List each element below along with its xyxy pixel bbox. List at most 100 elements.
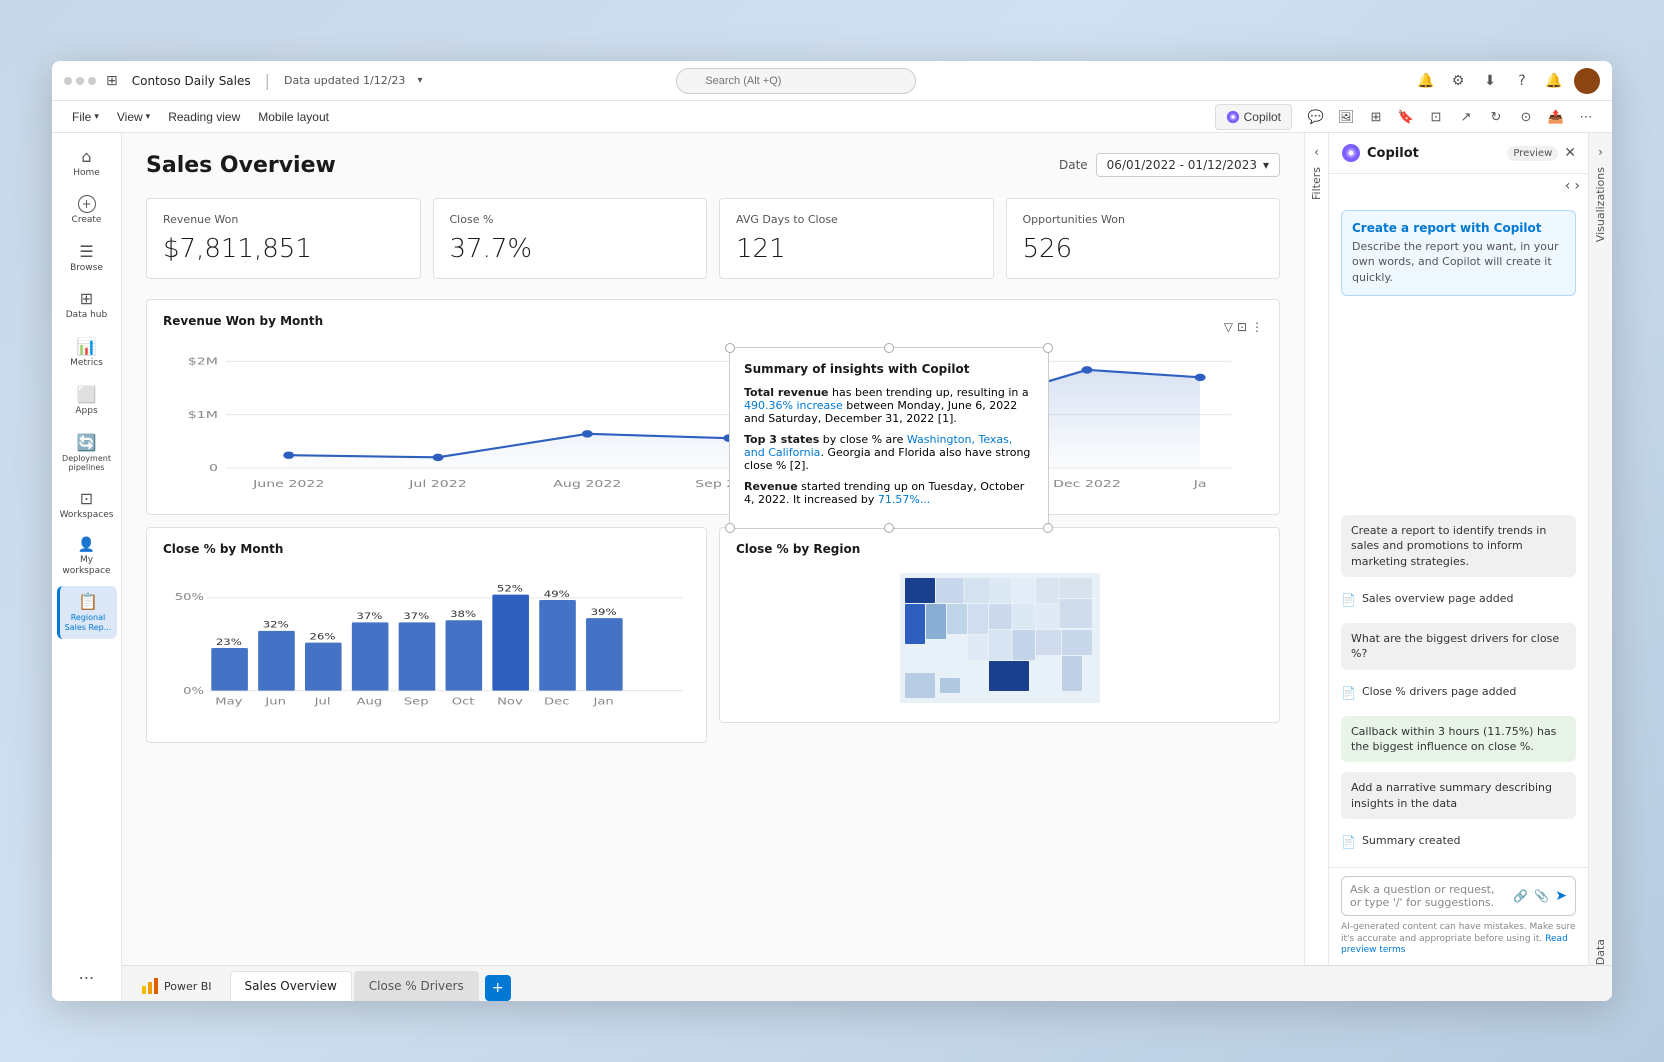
tab-sales-overview[interactable]: Sales Overview [230, 971, 352, 1001]
reading-view-btn[interactable]: Reading view [160, 104, 248, 130]
sidebar-item-datahub[interactable]: ⊞ Data hub [57, 283, 117, 327]
link-pct-increase[interactable]: 490.36% increase [744, 399, 843, 412]
date-filter-value[interactable]: 06/01/2022 - 01/12/2023 ▾ [1096, 153, 1280, 177]
sidebar: ⌂ Home + Create ☰ Browse ⊞ Data hub 📊 Me… [52, 133, 122, 1001]
sidebar-item-create[interactable]: + Create [57, 189, 117, 232]
sidebar-item-workspaces[interactable]: ⊡ Workspaces [57, 483, 117, 527]
svg-text:0: 0 [209, 462, 218, 473]
handle-bottom[interactable] [884, 523, 894, 533]
svg-text:Jul: Jul [313, 695, 330, 707]
sidebar-item-regional[interactable]: 📋 Regional Sales Rep... [57, 586, 117, 638]
table-icon[interactable]: ⊞ [1362, 104, 1390, 130]
close-region-chart-card: Close % by Region [719, 527, 1280, 723]
search-input[interactable] [676, 68, 916, 94]
svg-text:37%: 37% [356, 612, 382, 622]
sidebar-item-metrics[interactable]: 📊 Metrics [57, 331, 117, 375]
chevron-left-icon[interactable]: ‹ [1314, 145, 1319, 159]
copilot-msg-4: Add a narrative summary describing insig… [1341, 772, 1576, 819]
download-icon[interactable]: ⬇ [1478, 69, 1502, 93]
copilot-logo [1341, 143, 1361, 163]
export-icon[interactable]: ↗ [1452, 104, 1480, 130]
report-main: Sales Overview Date 06/01/2022 - 01/12/2… [122, 133, 1304, 965]
close-region-area: Close % by Region [719, 527, 1280, 743]
sidebar-label-create: Create [72, 215, 102, 226]
viz-label: Visualizations [1594, 167, 1607, 242]
refresh-icon[interactable]: ↻ [1482, 104, 1510, 130]
activity-icon-1: 📄 [1341, 592, 1356, 609]
add-tab-button[interactable]: + [485, 975, 511, 1001]
bookmark-icon[interactable]: 🔖 [1392, 104, 1420, 130]
chart-filter-icon[interactable]: ▽ [1224, 320, 1233, 334]
view-menu[interactable]: View ▾ [109, 104, 158, 130]
tab-close-drivers[interactable]: Close % Drivers [354, 971, 479, 1001]
summary-para-3: Revenue started trending up on Tuesday, … [744, 480, 1034, 506]
date-dropdown-icon: ▾ [1263, 158, 1269, 172]
tab-sales-overview-label: Sales Overview [245, 979, 337, 993]
us-map-svg [900, 573, 1100, 703]
activity-icon-3: 📄 [1341, 834, 1356, 851]
handle-top[interactable] [884, 343, 894, 353]
mobile-layout-btn[interactable]: Mobile layout [250, 104, 337, 130]
sidebar-item-browse[interactable]: ☰ Browse [57, 236, 117, 280]
powerbi-tab[interactable]: Power BI [130, 971, 222, 1001]
svg-text:26%: 26% [310, 632, 336, 642]
paperclip-icon[interactable]: 📎 [1534, 889, 1549, 903]
attach-icon[interactable]: 🔗 [1513, 889, 1528, 903]
filters-label[interactable]: Filters [1310, 167, 1323, 200]
expand-icon[interactable]: ⊡ [1422, 104, 1450, 130]
close-month-title: Close % by Month [163, 542, 690, 556]
more-icon[interactable]: ⋯ [1572, 104, 1600, 130]
sidebar-label-workspaces: Workspaces [60, 510, 114, 521]
summary-card: Summary of insights with Copilot Total r… [729, 347, 1049, 529]
sidebar-item-home[interactable]: ⌂ Home [57, 141, 117, 185]
dropdown-icon[interactable]: ▾ [417, 75, 422, 86]
copilot-close-button[interactable]: ✕ [1564, 145, 1576, 161]
kpi-label-close: Close % [450, 213, 691, 226]
handle-tr[interactable] [1043, 343, 1053, 353]
copilot-input-icons: 🔗 📎 [1513, 889, 1549, 903]
bar-chart-container: 50% 0% 23% [163, 568, 690, 728]
comment-icon[interactable]: 💬 [1302, 104, 1330, 130]
copilot-button[interactable]: Copilot [1215, 104, 1292, 130]
notification-icon[interactable]: 🔔 [1414, 69, 1438, 93]
svg-text:Aug 2022: Aug 2022 [553, 478, 621, 489]
sidebar-item-myworkspace[interactable]: 👤 My workspace [57, 531, 117, 583]
svg-text:June 2022: June 2022 [252, 478, 324, 489]
grid-icon[interactable]: ⊞ [106, 73, 118, 89]
data-label: Data [1594, 939, 1607, 965]
svg-text:Aug: Aug [357, 695, 383, 707]
kpi-label-days: AVG Days to Close [736, 213, 977, 226]
prev-arrow[interactable]: ‹ [1565, 178, 1571, 194]
user-avatar[interactable] [1574, 68, 1600, 94]
help-icon[interactable]: ? [1510, 69, 1534, 93]
format-icon[interactable]: 🖼 [1332, 104, 1360, 130]
datahub-icon: ⊞ [80, 289, 93, 308]
myworkspace-icon: 👤 [78, 537, 95, 553]
handle-tl[interactable] [725, 343, 735, 353]
regional-icon: 📋 [78, 592, 98, 611]
viz-chevron[interactable]: › [1598, 145, 1603, 159]
link-revenue-pct[interactable]: 71.57%... [878, 493, 930, 506]
app-window: ⊞ Contoso Daily Sales | Data updated 1/1… [52, 61, 1612, 1001]
copilot-msg-3: Callback within 3 hours (11.75%) has the… [1341, 716, 1576, 763]
sidebar-item-deployment[interactable]: 🔄 Deployment pipelines [57, 427, 117, 479]
share-icon[interactable]: 📤 [1542, 104, 1570, 130]
activity-text-2: Close % drivers page added [1362, 684, 1516, 699]
file-menu[interactable]: File ▾ [64, 104, 107, 130]
sidebar-more[interactable]: ⋯ [57, 962, 117, 993]
next-arrow[interactable]: › [1574, 178, 1580, 194]
settings-icon[interactable]: ⚙ [1446, 69, 1470, 93]
chart-more-icon[interactable]: ⋮ [1251, 320, 1263, 334]
sidebar-item-apps[interactable]: ⬜ Apps [57, 379, 117, 423]
bell-icon[interactable]: 🔔 [1542, 69, 1566, 93]
handle-br[interactable] [1043, 523, 1053, 533]
window-controls [64, 77, 96, 85]
send-button[interactable]: ➤ [1555, 888, 1567, 904]
copilot-activity-1: 📄 Sales overview page added [1341, 587, 1576, 613]
chart-expand-icon[interactable]: ⊡ [1237, 320, 1247, 334]
copilot-footer: Ask a question or request, or type '/' f… [1329, 867, 1588, 965]
copy-icon[interactable]: ⊙ [1512, 104, 1540, 130]
kpi-row: Revenue Won $7,811,851 Close % 37.7% AVG… [146, 198, 1280, 279]
svg-text:Jul 2022: Jul 2022 [408, 478, 467, 489]
handle-bl[interactable] [725, 523, 735, 533]
